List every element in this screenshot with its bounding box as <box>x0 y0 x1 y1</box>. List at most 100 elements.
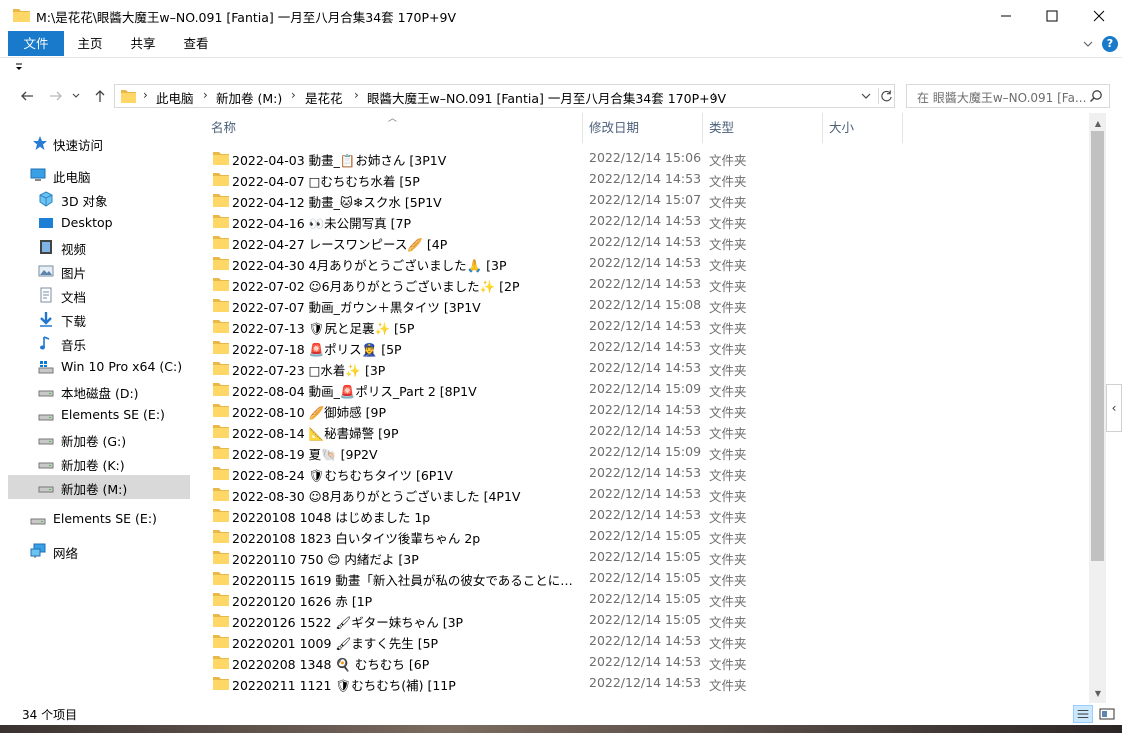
table-row[interactable]: 2022-08-04 動画_🚨ポリス_Part 2 [8P1V 2022/12/1… <box>209 379 1089 400</box>
large-icons-view-icon[interactable] <box>1097 705 1117 723</box>
table-row[interactable]: 2022-08-30 ☺8月ありがとうございました [4P1V 2022/12/1… <box>209 484 1089 505</box>
table-row[interactable]: 2022-04-30 4月ありがとうございました🙏 [3P 2022/12/14 … <box>209 253 1089 274</box>
details-view-icon[interactable] <box>1073 705 1093 723</box>
file-type: 文件夹 <box>709 258 747 273</box>
file-type: 文件夹 <box>709 363 747 378</box>
sidebar-item-videos[interactable]: 视频 <box>36 235 186 259</box>
scrollbar-thumb[interactable] <box>1091 131 1104 561</box>
breadcrumb-drive-m[interactable]: 新加卷 (M:) <box>216 88 282 107</box>
table-row[interactable]: 2022-04-12 動畫_🐱❄スク水 [5P1V 2022/12/14 15:0… <box>209 190 1089 211</box>
table-row[interactable]: 2022-08-10 🥖御姉感 [9P 2022/12/14 14:53 文件夹 <box>209 400 1089 421</box>
up-button[interactable] <box>89 85 111 107</box>
back-button[interactable] <box>16 85 38 107</box>
minimize-button[interactable] <box>983 0 1029 31</box>
sidebar-item-drive-g[interactable]: 新加卷 (G:) <box>36 427 186 451</box>
sidebar-item-elements-se[interactable]: Elements SE (E:) <box>24 507 184 531</box>
address-bar[interactable]: › 此电脑 › 新加卷 (M:) › 是花花 › 眼醬大魔王w–NO.091 [… <box>114 84 895 108</box>
preview-pane-toggle[interactable]: ‹ <box>1106 384 1122 432</box>
sidebar-item-quick-access[interactable]: 快速访问 <box>24 131 184 155</box>
table-row[interactable]: 2022-04-07 □むちむち水着 [5P 2022/12/14 14:53 文件… <box>209 169 1089 190</box>
maximize-button[interactable] <box>1029 0 1075 31</box>
file-type: 文件夹 <box>709 279 747 294</box>
sidebar-item-this-pc[interactable]: 此电脑 <box>24 163 184 187</box>
table-row[interactable]: 20220110 750 😊 内緒だよ [3P 2022/12/14 15:05 文… <box>209 547 1089 568</box>
column-header-date[interactable]: 修改日期 <box>583 113 703 143</box>
breadcrumb-folder-current[interactable]: 眼醬大魔王w–NO.091 [Fantia] 一月至八月合集34套 170P+9… <box>367 88 726 107</box>
table-row[interactable]: 20220120 1626 赤 [1P 2022/12/14 15:05 文件夹 <box>209 589 1089 610</box>
tab-view[interactable]: 查看 <box>175 31 217 56</box>
table-row[interactable]: 2022-07-13 🛡尻と足裏✨ [5P 2022/12/14 14:53 文件夹 <box>209 316 1089 337</box>
breadcrumb-separator-icon[interactable]: › <box>291 88 296 102</box>
sidebar-item-downloads[interactable]: 下载 <box>36 307 186 331</box>
sidebar-item-drive-e[interactable]: Elements SE (E:) <box>36 403 186 427</box>
file-name: 2022-08-30 ☺8月ありがとうございました [4P1V <box>232 489 521 504</box>
close-button[interactable] <box>1076 0 1122 31</box>
table-row[interactable]: 2022-07-02 ☺6月ありがとうございました✨ [2P 2022/12/14… <box>209 274 1089 295</box>
status-bar: 34 个项目 <box>0 703 1122 725</box>
sidebar-item-desktop[interactable]: Desktop <box>36 211 186 235</box>
search-input[interactable]: 在 眼醬大魔王w–NO.091 [Fa... <box>906 84 1110 108</box>
sidebar-item-drive-c[interactable]: Win 10 Pro x64 (C:) <box>36 355 186 379</box>
table-row[interactable]: 20220108 1048 はじめました 1p 2022/12/14 14:53 文… <box>209 505 1089 526</box>
sidebar-item-drive-d[interactable]: 本地磁盘 (D:) <box>36 379 186 403</box>
file-list: ︿ 名称 修改日期 类型 大小 2022-04-03 動畫_📋お姉さん [3P1… <box>193 113 1089 703</box>
forward-button[interactable] <box>45 85 67 107</box>
customize-toolbar-icon[interactable] <box>14 62 24 72</box>
file-name: 2022-08-04 動画_🚨ポリス_Part 2 [8P1V <box>232 384 477 399</box>
sidebar-item-music[interactable]: 音乐 <box>36 331 186 355</box>
file-type: 文件夹 <box>709 405 747 420</box>
table-row[interactable]: 20220108 1823 白いタイツ後輩ちゃん 2p 2022/12/14 15… <box>209 526 1089 547</box>
table-row[interactable]: 2022-08-24 🛡むちむちタイツ [6P1V 2022/12/14 14:5… <box>209 463 1089 484</box>
table-row[interactable]: 2022-07-18 🚨ポリス👮‍♀ [5P 2022/12/14 14:53 文件… <box>209 337 1089 358</box>
breadcrumb-separator-icon[interactable]: › <box>143 88 148 102</box>
table-row[interactable]: 2022-04-27 レースワンピース🥖 [4P 2022/12/14 14:53… <box>209 232 1089 253</box>
chevron-down-icon[interactable] <box>1081 37 1095 51</box>
minimize-icon <box>1001 15 1011 16</box>
breadcrumb-folder-parent[interactable]: 是花花 <box>305 88 343 107</box>
sidebar-item-3d-objects[interactable]: 3D 对象 <box>36 187 186 211</box>
table-row[interactable]: 20220115 1619 動畫「新入社員が私の彼女であることについ... 202… <box>209 568 1089 589</box>
scroll-down-icon[interactable]: ▼ <box>1090 686 1106 702</box>
breadcrumb-separator-icon[interactable]: › <box>712 88 717 102</box>
column-header-name[interactable]: 名称 <box>205 113 583 143</box>
sidebar-item-drive-k[interactable]: 新加卷 (K:) <box>36 451 186 475</box>
recent-locations-button[interactable] <box>69 85 83 107</box>
tab-file[interactable]: 文件 <box>8 31 64 56</box>
breadcrumb-separator-icon[interactable]: › <box>203 88 208 102</box>
sidebar-item-documents[interactable]: 文档 <box>36 283 186 307</box>
breadcrumb-this-pc[interactable]: 此电脑 <box>156 88 194 107</box>
table-row[interactable]: 2022-07-07 動画_ガウン＋黒タイツ [3P1V 2022/12/14 1… <box>209 295 1089 316</box>
folder-icon <box>213 194 229 207</box>
column-header-size[interactable]: 大小 <box>823 113 903 143</box>
table-row[interactable]: 2022-08-14 📐秘書婦警 [9P 2022/12/14 14:53 文件夹 <box>209 421 1089 442</box>
drive-icon <box>38 462 54 469</box>
navigation-pane: 快速访问 此电脑 3D 对象 Desktop 视频 图片 文档 下载 音乐 Wi… <box>0 113 193 703</box>
table-row[interactable]: 2022-04-03 動畫_📋お姉さん [3P1V 2022/12/14 15:0… <box>209 148 1089 169</box>
sidebar-item-pictures[interactable]: 图片 <box>36 259 186 283</box>
folder-icon <box>213 530 229 543</box>
column-header-type[interactable]: 类型 <box>703 113 823 143</box>
table-row[interactable]: 20220126 1522 🖌ギター妹ちゃん [3P 2022/12/14 15:… <box>209 610 1089 631</box>
search-icon[interactable] <box>1089 89 1103 103</box>
folder-icon <box>213 152 229 165</box>
table-row[interactable]: 20220211 1121 🛡むちむち(補) [11P 2022/12/14 14… <box>209 673 1089 694</box>
sidebar-item-network[interactable]: 网络 <box>24 539 184 563</box>
refresh-icon[interactable] <box>878 88 894 104</box>
file-type: 文件夹 <box>709 510 747 525</box>
file-modified-date: 2022/12/14 14:53 <box>589 675 702 690</box>
chevron-down-icon[interactable] <box>859 89 873 103</box>
file-type: 文件夹 <box>709 573 747 588</box>
scroll-up-icon[interactable]: ▲ <box>1090 116 1106 132</box>
sidebar-item-drive-m[interactable]: 新加卷 (M:) <box>8 475 190 499</box>
table-row[interactable]: 2022-08-19 夏🐚 [9P2V 2022/12/14 15:09 文件夹 <box>209 442 1089 463</box>
table-row[interactable]: 20220201 1009 🖌ますく先生 [5P 2022/12/14 14:53… <box>209 631 1089 652</box>
table-row[interactable]: 2022-07-23 □水着✨ [3P 2022/12/14 14:53 文件夹 <box>209 358 1089 379</box>
breadcrumb-separator-icon[interactable]: › <box>354 88 359 102</box>
tab-share[interactable]: 共享 <box>122 31 164 56</box>
table-row[interactable]: 2022-04-16 👀未公開写真 [7P 2022/12/14 14:53 文件夹 <box>209 211 1089 232</box>
tab-home[interactable]: 主页 <box>70 31 110 56</box>
file-modified-date: 2022/12/14 14:53 <box>589 360 702 375</box>
table-row[interactable]: 20220208 1348 🍳 むちむち [6P 2022/12/14 14:53… <box>209 652 1089 673</box>
help-icon[interactable]: ? <box>1102 36 1118 52</box>
file-type: 文件夹 <box>709 174 747 189</box>
